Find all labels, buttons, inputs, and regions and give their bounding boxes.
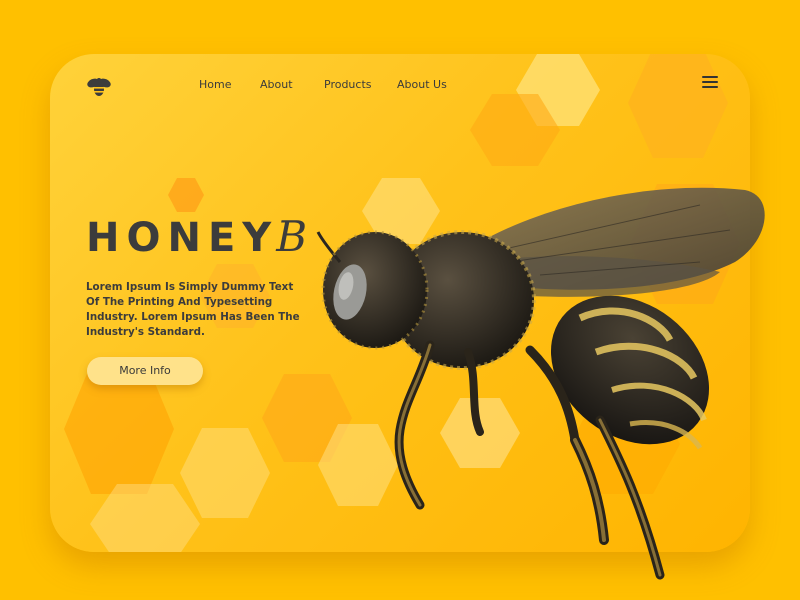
- brand-name: HONEY: [86, 215, 279, 261]
- nav-about-link[interactable]: About: [260, 78, 293, 91]
- nav-products-link[interactable]: Products: [324, 78, 372, 91]
- honeycomb-hex: [440, 398, 520, 468]
- hero-card: Home About Products About Us HONEYB Lore…: [50, 54, 750, 552]
- honeycomb-hex: [362, 178, 440, 244]
- hero-description: Lorem Ipsum Is Simply Dummy Text Of The …: [86, 281, 300, 338]
- brand-title: HONEYB: [86, 212, 307, 261]
- brand-script-letter: B: [276, 212, 308, 261]
- honeycomb-hex: [570, 394, 680, 494]
- honeycomb-hex: [630, 184, 740, 304]
- honeycomb-hex: [628, 54, 728, 158]
- hamburger-menu-icon[interactable]: [702, 76, 718, 90]
- honeycomb-hex: [90, 484, 200, 552]
- more-info-button[interactable]: More Info: [87, 357, 203, 385]
- honeycomb-hex: [168, 178, 204, 212]
- honeycomb-hex: [470, 94, 560, 166]
- nav-home-link[interactable]: Home: [199, 78, 231, 91]
- honeycomb-hex: [318, 424, 398, 506]
- bee-logo-icon[interactable]: [86, 74, 112, 100]
- nav-about-us-link[interactable]: About Us: [397, 78, 447, 91]
